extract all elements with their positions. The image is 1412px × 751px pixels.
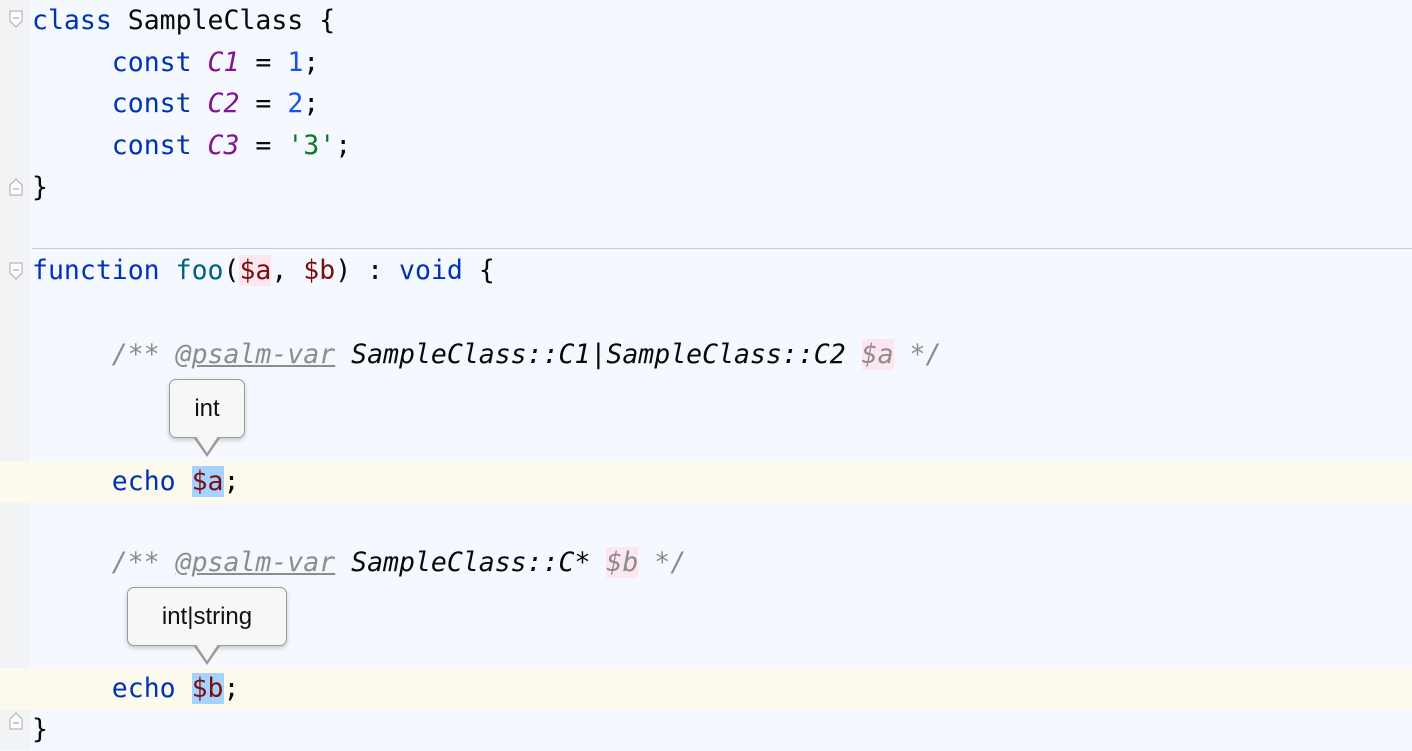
class-name: SampleClass { (111, 5, 336, 36)
comment: */ (893, 338, 942, 370)
comment: /** (111, 338, 176, 370)
code-line[interactable]: const C3 = '3'; (0, 125, 1412, 167)
semicolon: ; (223, 466, 240, 497)
constant-name: C1 (207, 46, 240, 78)
keyword: function (32, 255, 160, 287)
parameter: $a (239, 255, 272, 287)
semicolon: ; (303, 46, 320, 78)
tooltip-text: int (194, 395, 220, 422)
doc-variable: $b (606, 547, 639, 579)
keyword: echo (111, 673, 176, 704)
code-line[interactable]: function foo($a, $b) : void { (0, 250, 1412, 292)
function-name: foo (175, 255, 224, 287)
code-line[interactable]: /** @psalm-var SampleClass::C* $b */ (0, 542, 1412, 584)
tooltip-text: int|string (161, 603, 253, 630)
tooltip-arrow (193, 435, 221, 457)
type-hint-tooltip: int|string (127, 587, 287, 665)
keyword: const (111, 130, 192, 162)
string: '3' (287, 130, 336, 162)
tooltip-arrow (193, 643, 221, 665)
code-line[interactable]: const C1 = 1; (0, 42, 1412, 84)
code-line[interactable]: } (0, 709, 1412, 751)
number: 2 (287, 88, 304, 120)
keyword: echo (111, 466, 176, 497)
parameter: $b (303, 255, 336, 287)
operator: = (239, 46, 288, 78)
comment: /** (111, 547, 176, 579)
doc-type: SampleClass::C* (335, 547, 607, 579)
semicolon: ; (223, 673, 240, 704)
number: 1 (287, 46, 304, 78)
brace: { (462, 255, 495, 287)
doc-variable: $a (861, 338, 894, 370)
return-type: void (399, 255, 463, 287)
closing-brace: } (32, 171, 48, 203)
semicolon: ; (335, 130, 352, 162)
operator: = (239, 88, 288, 120)
closing-brace: } (32, 714, 48, 745)
code-line[interactable]: const C2 = 2; (0, 83, 1412, 125)
doc-tag: @psalm-var (175, 338, 336, 370)
semicolon: ; (303, 88, 320, 120)
comment: */ (638, 547, 687, 579)
doc-tag: @psalm-var (175, 547, 336, 579)
method-separator (32, 248, 1412, 249)
variable[interactable]: $a (191, 466, 224, 497)
keyword: class (32, 5, 112, 36)
type-hint-tooltip: int (169, 379, 245, 457)
code-line[interactable]: class SampleClass { (0, 0, 1412, 42)
comma: , (271, 255, 304, 287)
current-line[interactable]: echo $a; (0, 461, 1412, 503)
code-line[interactable]: /** @psalm-var SampleClass::C1|SampleCla… (0, 334, 1412, 376)
paren: ) : (335, 255, 400, 287)
constant-name: C3 (207, 130, 240, 162)
current-line[interactable]: echo $b; (0, 668, 1412, 710)
operator: = (239, 130, 288, 162)
doc-type: SampleClass::C1|SampleClass::C2 (335, 338, 862, 370)
keyword: const (111, 46, 192, 78)
variable[interactable]: $b (191, 673, 224, 704)
code-line[interactable]: } (0, 167, 1412, 209)
keyword: const (111, 88, 192, 120)
constant-name: C2 (207, 88, 240, 120)
paren: ( (223, 255, 240, 287)
